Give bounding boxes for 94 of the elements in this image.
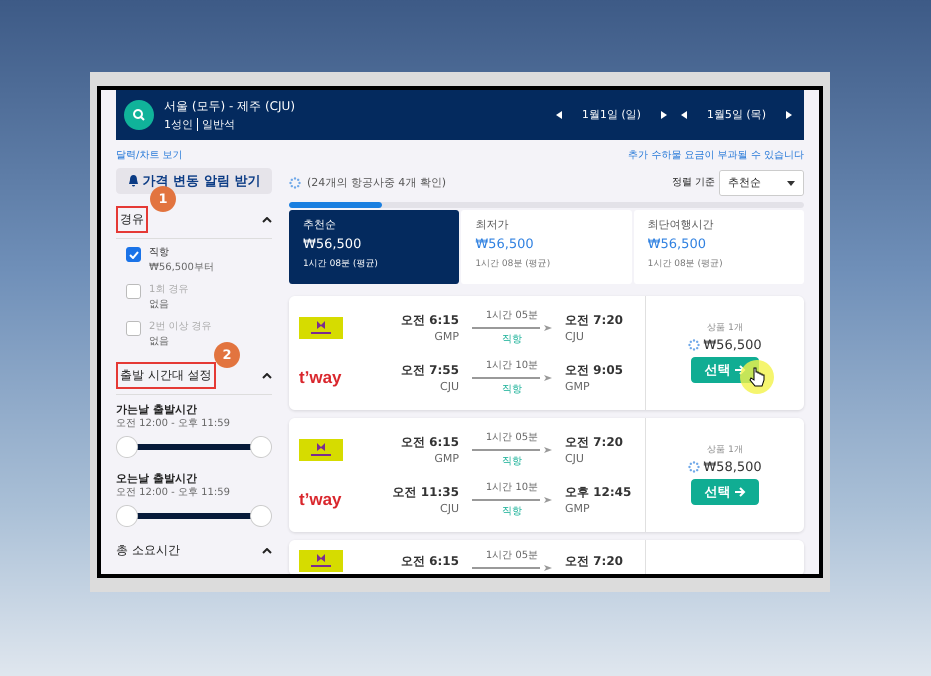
route-title: 서울 (모두) - 제주 (CJU) [164, 99, 296, 114]
flight-duration: 1시간 05분 [486, 432, 538, 444]
bell-icon [128, 175, 139, 187]
option-price: 없음 [149, 299, 170, 311]
time-slider[interactable] [116, 436, 272, 458]
arrow-right-icon [734, 487, 746, 498]
airport-code: GMP [434, 330, 459, 344]
flight-price: ₩56,500 [703, 338, 762, 354]
date-label[interactable]: 1월5일 (목) [706, 108, 766, 122]
flight-duration: 1시간 10분 [486, 360, 538, 372]
sort-tab[interactable]: 최저가 ₩56,500 1시간 08분 (평균) [461, 210, 632, 284]
baggage-fee-note[interactable]: 추가 수하물 요금이 부과될 수 있습니다 [628, 148, 804, 162]
flight-duration: 1시간 10분 [486, 482, 538, 494]
flight-line-icon [472, 324, 552, 332]
slider-label: 오는날 출발시간 [116, 472, 198, 486]
flight-duration: 1시간 05분 [486, 310, 538, 322]
previous-arrow-icon[interactable] [680, 111, 687, 119]
airline-logo: t’way [299, 368, 342, 388]
flight-line-icon [472, 374, 552, 382]
departure-time: 오전 6:15 [400, 312, 459, 328]
departure-time: 오전 6:15 [400, 554, 459, 568]
airport-code: CJU [440, 380, 459, 394]
next-arrow-icon[interactable] [786, 111, 792, 119]
arrow-right-icon [734, 365, 746, 376]
loading-spinner-icon [688, 461, 700, 474]
search-button[interactable] [124, 100, 154, 130]
airport-code: GMP [434, 452, 459, 466]
sort-dropdown[interactable]: 추천순 [719, 170, 804, 196]
stops-label: 직항 [502, 506, 522, 518]
flight-duration: 1시간 05분 [486, 550, 538, 562]
flight-price: ₩58,500 [703, 460, 762, 476]
sort-tab[interactable]: 추천순 ₩56,500 1시간 08분 (평균) [289, 210, 460, 284]
airline-logo [299, 550, 343, 572]
section-heading: 총 소요시간 [116, 543, 180, 558]
time-slider[interactable] [116, 505, 272, 528]
arrival-time: 오후 12:45 [565, 484, 632, 500]
stops-label: 직항 [502, 384, 522, 396]
slider-handle[interactable] [250, 505, 272, 528]
date-label[interactable]: 1월1일 (일) [582, 108, 641, 122]
annotation-badge: 1 [150, 186, 176, 212]
arrival-time: 오전 7:20 [565, 554, 624, 568]
caret-icon[interactable] [262, 216, 272, 222]
flight-line-icon [472, 496, 552, 504]
search-status: (24개의 항공사중 4개 확인) [307, 176, 446, 190]
airline-logo: t’way [299, 490, 342, 510]
arrival-time: 오전 7:20 [565, 312, 624, 328]
arrival-time: 오전 9:05 [565, 362, 624, 378]
airport-code: GMP [565, 380, 590, 394]
next-arrow-icon[interactable] [660, 111, 667, 119]
option-label: 2번 이상 경유 [149, 321, 212, 333]
arrival-time: 오전 7:20 [565, 434, 624, 450]
airport-code: CJU [565, 452, 584, 466]
search-icon [132, 108, 146, 122]
sort-tab[interactable]: 최단여행시간 ₩56,500 1시간 08분 (평균) [634, 210, 804, 284]
departure-time: 오전 7:55 [400, 362, 459, 378]
checkbox[interactable] [126, 247, 141, 262]
previous-arrow-icon[interactable] [556, 111, 562, 119]
option-label: 직항 [149, 247, 170, 259]
time-range: 오전 12:00 - 오후 11:59 [116, 487, 231, 500]
caret-icon[interactable] [262, 548, 272, 554]
airport-code: CJU [565, 330, 584, 344]
airport-code: CJU [440, 502, 459, 516]
airport-code: GMP [565, 502, 590, 516]
slider-handle[interactable] [116, 505, 138, 528]
caret-icon[interactable] [262, 372, 272, 378]
slider-handle[interactable] [250, 436, 272, 458]
annotation-badge: 2 [214, 342, 240, 368]
time-range: 오전 12:00 - 오후 11:59 [116, 418, 231, 430]
loading-spinner-icon [688, 339, 700, 352]
cabin-class: 일반석 [197, 118, 235, 131]
departure-time: 오전 11:35 [392, 484, 459, 500]
section-heading: 출발 시간대 설정 [116, 362, 216, 389]
option-price: 없음 [149, 336, 170, 348]
checkmark-icon [128, 250, 138, 258]
section-heading: 경유 [116, 206, 148, 233]
option-price: ₩56,500부터 [149, 262, 214, 274]
slider-handle[interactable] [116, 436, 138, 458]
passenger-count: 1성인 [164, 118, 193, 131]
calendar-link[interactable]: 달력/차트 보기 [116, 148, 183, 162]
dropdown-caret-icon [787, 180, 795, 186]
sort-label: 정렬 기준 [672, 177, 715, 189]
offer-count: 상품 1개 [707, 322, 743, 334]
slider-label: 가는날 출발시간 [116, 403, 198, 416]
stops-label: 직항 [502, 456, 522, 468]
loading-spinner-icon [289, 177, 301, 189]
option-label: 1회 경유 [149, 284, 189, 296]
flight-line-icon [472, 446, 552, 454]
offer-count: 상품 1개 [707, 444, 743, 456]
stops-label: 직항 [502, 334, 522, 346]
airline-logo [299, 439, 343, 461]
flight-line-icon [472, 564, 552, 572]
departure-time: 오전 6:15 [400, 434, 459, 450]
airline-logo [299, 317, 343, 339]
price-alert-button[interactable]: 가격 변동 알림 받기 [116, 168, 272, 194]
